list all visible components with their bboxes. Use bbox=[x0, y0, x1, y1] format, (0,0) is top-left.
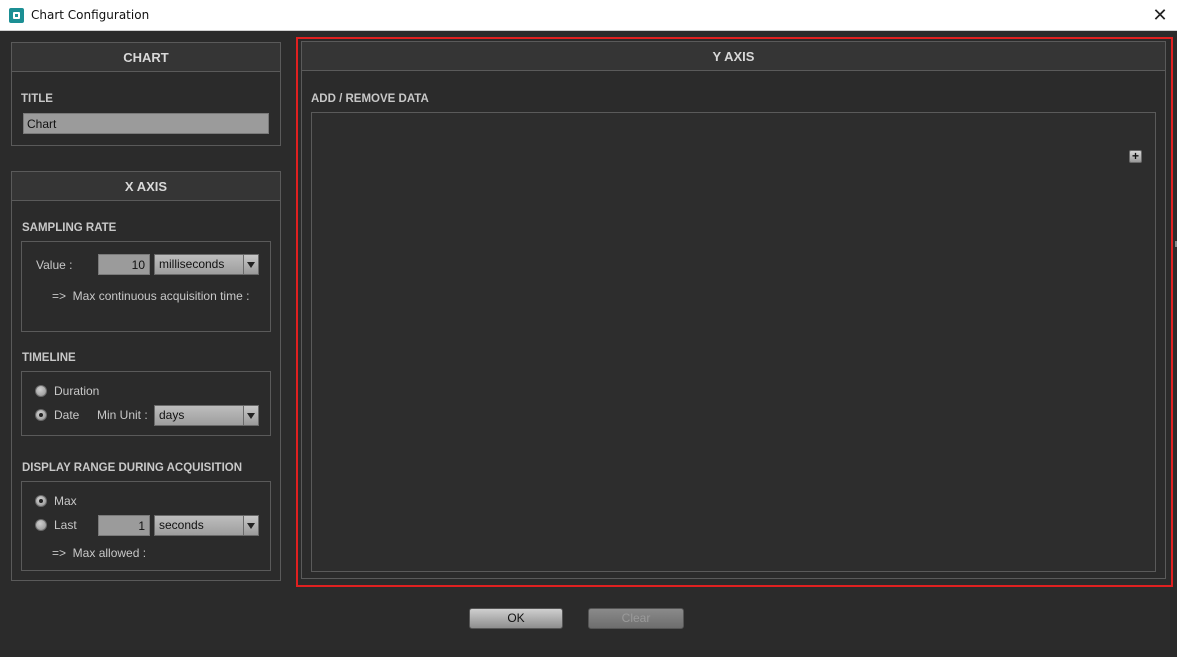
chart-panel: CHART TITLE bbox=[11, 42, 281, 146]
chart-title-input[interactable] bbox=[23, 113, 269, 134]
timeline-label: TIMELINE bbox=[22, 352, 76, 364]
chevron-down-icon bbox=[243, 516, 258, 535]
last-unit-select[interactable]: seconds bbox=[154, 515, 259, 536]
display-range-group: Max Last seconds => Max allowed : bbox=[21, 481, 271, 571]
window-title: Chart Configuration bbox=[31, 8, 150, 22]
max-acquisition-time-text: => Max continuous acquisition time : bbox=[52, 289, 250, 303]
ok-button[interactable]: OK bbox=[469, 608, 563, 629]
chevron-down-icon bbox=[243, 406, 258, 425]
last-value-input[interactable] bbox=[98, 515, 150, 536]
app-icon bbox=[9, 8, 24, 23]
last-label: Last bbox=[54, 518, 77, 532]
sampling-value-input[interactable] bbox=[98, 254, 150, 275]
timeline-group: Duration Date Min Unit : days bbox=[21, 371, 271, 436]
sampling-rate-label: SAMPLING RATE bbox=[22, 222, 117, 234]
max-allowed-text: => Max allowed : bbox=[52, 546, 147, 560]
add-remove-data-label: ADD / REMOVE DATA bbox=[311, 93, 429, 105]
max-label: Max bbox=[54, 494, 77, 508]
title-label: TITLE bbox=[21, 93, 53, 105]
data-list-area[interactable]: + bbox=[311, 112, 1156, 572]
duration-label: Duration bbox=[54, 384, 100, 398]
y-axis-panel-header: Y AXIS bbox=[302, 42, 1165, 71]
chart-panel-header: CHART bbox=[12, 43, 280, 72]
display-range-label: DISPLAY RANGE DURING ACQUISITION bbox=[22, 462, 243, 474]
chevron-down-icon bbox=[243, 255, 258, 274]
min-unit-value: days bbox=[159, 408, 185, 422]
close-icon[interactable]: ✕ bbox=[1149, 4, 1171, 26]
max-radio[interactable] bbox=[35, 495, 47, 507]
sampling-value-label: Value : bbox=[36, 258, 73, 272]
y-axis-panel: Y AXIS ADD / REMOVE DATA + bbox=[301, 41, 1166, 579]
title-bar: Chart Configuration ✕ bbox=[0, 0, 1177, 31]
x-axis-panel-header: X AXIS bbox=[12, 172, 280, 201]
date-label: Date bbox=[54, 408, 80, 422]
duration-radio[interactable] bbox=[35, 385, 47, 397]
sampling-rate-group: Value : milliseconds => Max continuous a… bbox=[21, 241, 271, 332]
sampling-unit-value: milliseconds bbox=[159, 257, 225, 271]
x-axis-panel: X AXIS SAMPLING RATE Value : millisecond… bbox=[11, 171, 281, 581]
sampling-unit-select[interactable]: milliseconds bbox=[154, 254, 259, 275]
min-unit-label: Min Unit : bbox=[97, 408, 148, 422]
last-unit-value: seconds bbox=[159, 518, 204, 532]
date-radio[interactable] bbox=[35, 409, 47, 421]
last-radio[interactable] bbox=[35, 519, 47, 531]
min-unit-select[interactable]: days bbox=[154, 405, 259, 426]
plus-icon[interactable]: + bbox=[1129, 150, 1142, 163]
main-content: CHART TITLE X AXIS SAMPLING RATE Value :… bbox=[0, 31, 1177, 657]
clear-button[interactable]: Clear bbox=[588, 608, 684, 629]
